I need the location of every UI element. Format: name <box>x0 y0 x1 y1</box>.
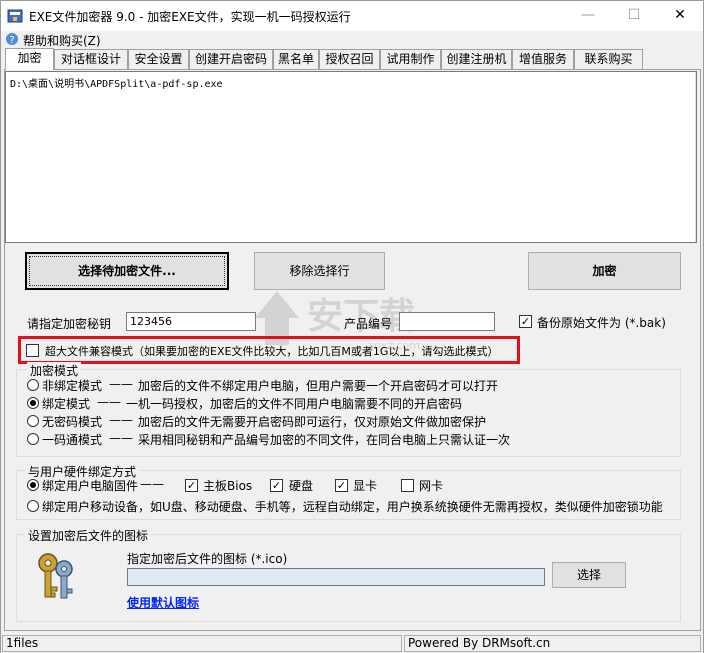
mode-dash: —— <box>109 377 133 391</box>
status-file-count: 1files <box>2 635 402 652</box>
backup-checkbox[interactable]: ✓ <box>519 315 532 328</box>
mode-nopass-label: 无密码模式 <box>42 415 103 429</box>
app-window: EXE文件加密器 9.0 - 加密EXE文件，实现一机一码授权运行 — ☐ ✕ … <box>0 0 704 653</box>
encrypt-button[interactable]: 加密 <box>528 252 681 290</box>
mode-bound-desc: 一机一码授权，加密后的文件不同用户电脑需要不同的开启密码 <box>126 397 463 411</box>
product-input[interactable] <box>399 312 495 331</box>
mode-unbound-label: 非绑定模式 <box>42 379 103 393</box>
large-file-checkbox[interactable] <box>26 344 39 357</box>
select-file-button[interactable]: 选择待加密文件... <box>25 252 229 290</box>
tab-contact[interactable]: 联系购买 <box>574 49 643 69</box>
mode-unbound-radio[interactable] <box>27 379 39 391</box>
nic-checkbox[interactable] <box>401 479 414 492</box>
bind-pc-label: 绑定用户电脑固件 <box>42 479 139 493</box>
icon-file-label: 指定加密后文件的图标 (*.ico) <box>127 552 288 566</box>
bios-checkbox[interactable]: ✓ <box>185 479 198 492</box>
mode-bound-label: 绑定模式 <box>42 397 91 411</box>
mode-dash: —— <box>109 413 133 427</box>
close-button[interactable]: ✕ <box>657 1 703 31</box>
mode-nopass-desc: 加密后的文件无需要开启密码即可运行，仅对原始文件做加密保护 <box>138 415 487 429</box>
mode-nopass-radio[interactable] <box>27 415 39 427</box>
tab-trial[interactable]: 试用制作 <box>380 49 441 69</box>
list-divider <box>695 72 696 242</box>
tab-security[interactable]: 安全设置 <box>128 49 189 69</box>
nic-label: 网卡 <box>419 479 444 493</box>
remove-selected-button[interactable]: 移除选择行 <box>254 252 385 290</box>
gpu-label: 显卡 <box>353 479 378 493</box>
key-label: 请指定加密秘钥 <box>27 317 112 331</box>
menu-help[interactable]: 帮助和购买(Z) <box>23 32 101 49</box>
gpu-checkbox[interactable]: ✓ <box>335 479 348 492</box>
mode-unbound-desc: 加密后的文件不绑定用户电脑，但用户需要一个开启密码才可以打开 <box>138 379 499 393</box>
mode-onecode-label: 一码通模式 <box>42 433 103 447</box>
tab-encrypt[interactable]: 加密 <box>5 48 54 70</box>
tab-license-recall[interactable]: 授权召回 <box>319 49 380 69</box>
bind-dash: —— <box>140 477 164 491</box>
tab-keygen[interactable]: 创建注册机 <box>441 49 512 69</box>
default-icon-link[interactable]: 使用默认图标 <box>127 594 199 611</box>
icon-path-input[interactable] <box>127 568 545 586</box>
keys-icon <box>38 553 73 599</box>
menu-bar: ? 帮助和购买(Z) <box>1 31 703 49</box>
key-input[interactable]: 123456 <box>126 312 256 331</box>
disk-label: 硬盘 <box>289 479 314 493</box>
tab-blacklist[interactable]: 黑名单 <box>273 49 319 69</box>
choose-icon-button[interactable]: 选择 <box>552 562 626 588</box>
backup-label: 备份原始文件为 (*.bak) <box>537 316 666 330</box>
title-bar: EXE文件加密器 9.0 - 加密EXE文件，实现一机一码授权运行 — ☐ ✕ <box>1 1 703 31</box>
file-list-item[interactable]: D:\桌面\说明书\APDFSplit\a-pdf-sp.exe <box>10 75 223 90</box>
tab-dialog-design[interactable]: 对话框设计 <box>54 49 128 69</box>
status-bar: 1files Powered By DRMsoft.cn <box>1 633 703 653</box>
bind-usb-radio[interactable] <box>27 500 39 512</box>
bind-usb-label: 绑定用户移动设备，如U盘、移动硬盘、手机等，远程自动绑定，用户换系统换硬件无需再… <box>42 500 663 514</box>
maximize-button[interactable]: ☐ <box>611 1 657 31</box>
bind-pc-radio[interactable] <box>27 479 39 491</box>
bios-label: 主板Bios <box>203 479 253 493</box>
disk-checkbox[interactable]: ✓ <box>270 479 283 492</box>
large-file-label: 超大文件兼容模式（如果要加密的EXE文件比较大，比如几百M或者1G以上，请勾选此… <box>45 345 499 358</box>
tab-services[interactable]: 增值服务 <box>512 49 574 69</box>
icon-section-title: 设置加密后文件的图标 <box>25 527 152 544</box>
svg-text:?: ? <box>9 35 14 46</box>
app-icon <box>7 9 23 23</box>
mode-dash: —— <box>97 395 121 409</box>
mode-dash: —— <box>109 431 133 445</box>
minimize-button[interactable]: — <box>565 1 611 31</box>
help-icon: ? <box>6 33 18 46</box>
file-list[interactable]: D:\桌面\说明书\APDFSplit\a-pdf-sp.exe <box>5 71 697 243</box>
tab-create-password[interactable]: 创建开启密码 <box>189 49 273 69</box>
mode-onecode-radio[interactable] <box>27 433 39 445</box>
mode-bound-radio[interactable] <box>27 397 39 409</box>
status-powered-by: Powered By DRMsoft.cn <box>404 635 701 652</box>
product-label: 产品编号 <box>344 317 393 331</box>
mode-onecode-desc: 采用相同秘钥和产品编号加密的不同文件，在同台电脑上只需认证一次 <box>138 433 511 447</box>
window-title: EXE文件加密器 9.0 - 加密EXE文件，实现一机一码授权运行 <box>29 10 351 24</box>
